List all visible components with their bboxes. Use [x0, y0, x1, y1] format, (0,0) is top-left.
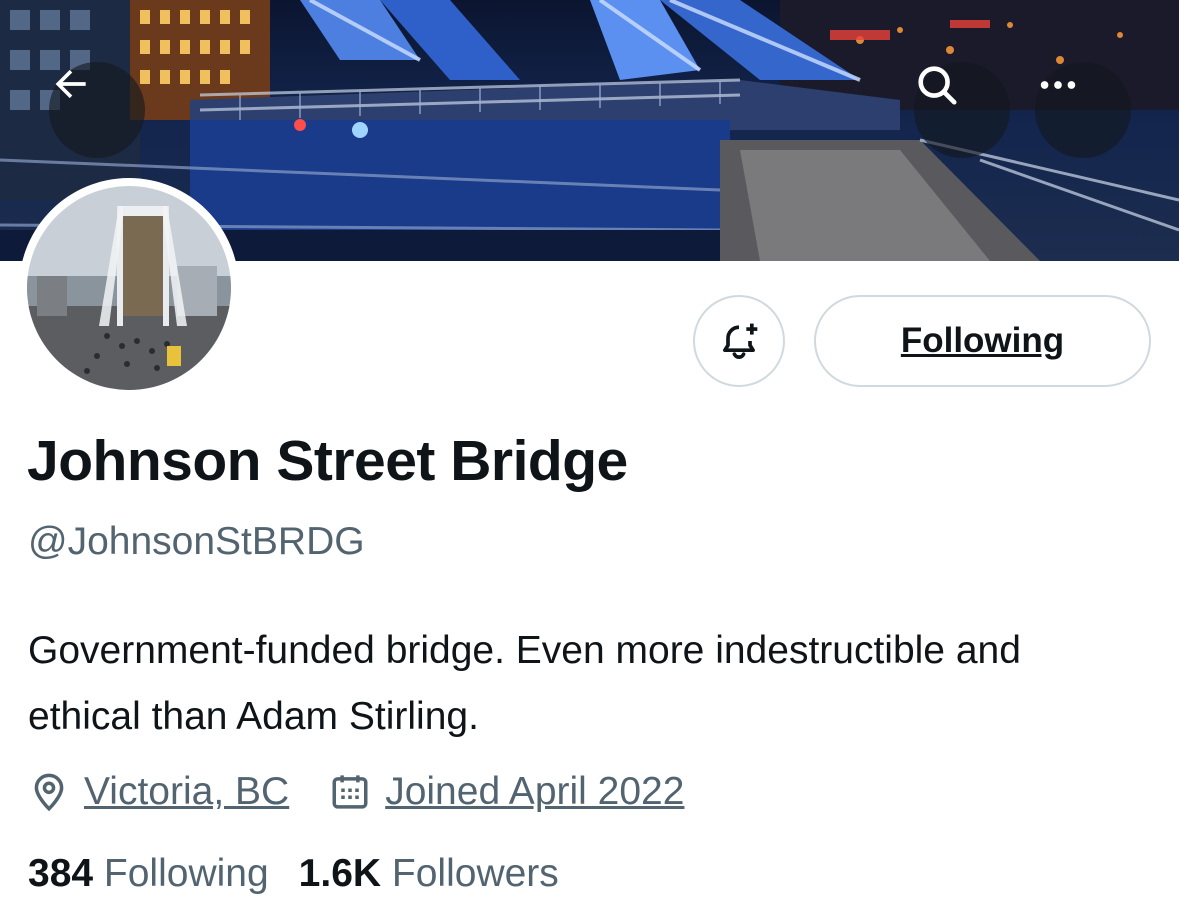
- avatar-image: [27, 186, 231, 390]
- user-handle: @JohnsonStBRDG: [28, 520, 365, 563]
- followers-count: 1.6K: [298, 852, 382, 895]
- following-button[interactable]: Following: [814, 295, 1151, 387]
- search-icon: [918, 66, 957, 105]
- joined-date[interactable]: Joined April 2022: [385, 770, 684, 814]
- joined-item: Joined April 2022: [329, 770, 684, 814]
- location-pin-icon: [34, 773, 64, 812]
- profile-meta: Victoria, BC Joined April 2022: [28, 764, 684, 820]
- bell-plus-icon: [723, 323, 758, 359]
- following-label: Following: [103, 852, 269, 895]
- followers-count-link[interactable]: 1.6K Followers: [299, 852, 559, 896]
- display-name: Johnson Street Bridge: [27, 429, 628, 493]
- search-button[interactable]: [914, 62, 1010, 158]
- location-link[interactable]: Victoria, BC: [84, 770, 289, 814]
- notifications-button[interactable]: [693, 295, 785, 387]
- followers-label: Followers: [391, 852, 559, 895]
- calendar-icon: [332, 775, 368, 809]
- profile-stats: 384 Following 1.6K Followers: [28, 852, 559, 896]
- avatar[interactable]: [19, 178, 239, 398]
- arrow-left-icon: [55, 69, 86, 99]
- following-count-link[interactable]: 384 Following: [28, 852, 269, 896]
- location-item: Victoria, BC: [28, 770, 289, 814]
- more-horizontal-icon: [1040, 81, 1076, 89]
- profile-bio: Government-funded bridge. Even more inde…: [28, 629, 1021, 738]
- back-button[interactable]: [49, 62, 145, 158]
- more-button[interactable]: [1035, 62, 1131, 158]
- following-count: 384: [28, 852, 94, 895]
